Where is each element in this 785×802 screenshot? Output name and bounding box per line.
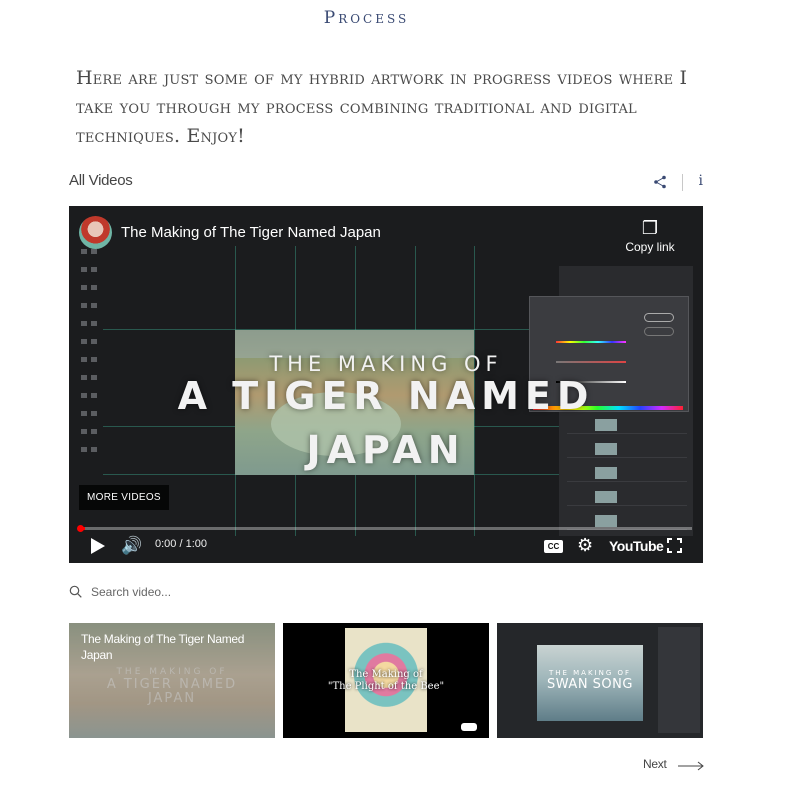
channel-watermark [461, 723, 477, 731]
search-input[interactable] [91, 583, 391, 601]
video-title[interactable]: The Making of The Tiger Named Japan [121, 224, 381, 241]
time-display: 0:00 / 1:00 [155, 538, 207, 550]
editor-toolbar [77, 246, 103, 452]
more-videos-button[interactable]: MORE VIDEOS [79, 485, 169, 510]
video-thumbnail[interactable]: The Making of "The Plight of the Bee" [283, 623, 489, 738]
youtube-logo[interactable]: YouTube [609, 538, 664, 554]
play-icon[interactable] [91, 538, 105, 554]
progress-bar[interactable] [77, 525, 692, 532]
copy-link-button[interactable]: ❐ Copy link [615, 218, 685, 256]
next-page-button[interactable]: Next [643, 757, 667, 771]
info-button[interactable]: i [699, 173, 703, 189]
page-title: Process [323, 8, 410, 28]
fullscreen-icon[interactable] [667, 538, 682, 553]
gallery-header: All Videos i [69, 172, 703, 194]
video-thumbnail[interactable]: THE MAKING OF SWAN SONG [497, 623, 703, 738]
thumbnail-overlay-line1: The Making of [349, 669, 423, 680]
thumbnail-artwork [345, 628, 427, 732]
video-overlay-line1: THE MAKING OF [269, 352, 503, 376]
header-divider [682, 174, 683, 191]
search-icon [69, 585, 82, 598]
thumbnail-overlay-line2: "The Plight of the Bee" [327, 681, 445, 692]
captions-button[interactable]: CC [544, 540, 563, 553]
arrow-right-icon[interactable] [678, 761, 704, 771]
thumbnail-title: The Making of The Tiger Named Japan [81, 632, 245, 662]
channel-avatar[interactable] [79, 216, 112, 249]
gear-icon[interactable]: ⚙ [577, 536, 593, 554]
thumbnail-editor-panel [658, 627, 700, 733]
thumbnail-overlay-line1: THE MAKING OF [548, 669, 632, 677]
video-overlay-line3: JAPAN [306, 428, 466, 472]
video-player[interactable]: THE MAKING OF A TIGER NAMED JAPAN The Ma… [69, 206, 703, 563]
copy-link-label: Copy link [625, 240, 675, 254]
video-search [69, 583, 703, 603]
intro-text: Here are just some of my hybrid artwork … [76, 67, 688, 147]
progress-handle[interactable] [77, 525, 84, 532]
video-overlay-line2: A TIGER NAMED [177, 374, 595, 418]
copy-icon: ❐ [641, 218, 659, 238]
gallery-title: All Videos [69, 172, 133, 189]
share-icon[interactable] [653, 175, 667, 189]
video-thumbnail[interactable]: THE MAKING OF A TIGER NAMED JAPAN The Ma… [69, 623, 275, 738]
thumbnail-overlay-line2: SWAN SONG [547, 677, 633, 692]
volume-icon[interactable]: 🔊 [121, 537, 142, 555]
